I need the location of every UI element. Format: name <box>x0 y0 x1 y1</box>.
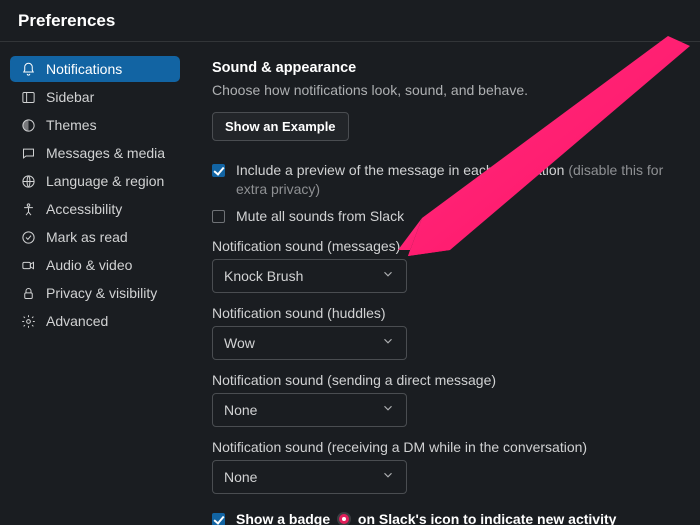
sidebar-item-label: Advanced <box>46 313 108 329</box>
sidebar-item-privacy[interactable]: Privacy & visibility <box>10 280 180 306</box>
section-title: Sound & appearance <box>212 60 680 76</box>
sidebar-item-label: Messages & media <box>46 145 165 161</box>
sound-dm-recv-label: Notification sound (receiving a DM while… <box>212 439 680 455</box>
bell-icon <box>20 61 36 77</box>
globe-icon <box>20 173 36 189</box>
badge-checkbox[interactable] <box>212 513 225 525</box>
section-subtitle: Choose how notifications look, sound, an… <box>212 82 680 98</box>
mute-checkbox-label: Mute all sounds from Slack <box>236 207 680 226</box>
preview-checkbox-label: Include a preview of the message in each… <box>236 161 680 199</box>
chevron-down-icon <box>381 334 395 351</box>
chevron-down-icon <box>381 267 395 284</box>
preview-checkbox[interactable] <box>212 164 225 177</box>
gear-icon <box>20 313 36 329</box>
sidebar-item-label: Accessibility <box>46 201 122 217</box>
show-example-button[interactable]: Show an Example <box>212 112 349 141</box>
sound-messages-value: Knock Brush <box>224 268 303 284</box>
sidebar-icon <box>20 89 36 105</box>
sound-messages-select[interactable]: Knock Brush <box>212 259 407 293</box>
messages-icon <box>20 145 36 161</box>
accessibility-icon <box>20 201 36 217</box>
sound-dm-recv-select[interactable]: None <box>212 460 407 494</box>
sound-dm-recv-value: None <box>224 469 257 485</box>
sidebar-item-label: Mark as read <box>46 229 128 245</box>
badge-dot-icon <box>337 512 351 525</box>
preferences-sidebar: Notifications Sidebar Themes Messages & … <box>0 42 190 525</box>
sound-huddles-select[interactable]: Wow <box>212 326 407 360</box>
video-icon <box>20 257 36 273</box>
mute-checkbox[interactable] <box>212 210 225 223</box>
sidebar-item-label: Notifications <box>46 61 122 77</box>
sidebar-item-label: Privacy & visibility <box>46 285 157 301</box>
sidebar-item-themes[interactable]: Themes <box>10 112 180 138</box>
sidebar-item-audio-video[interactable]: Audio & video <box>10 252 180 278</box>
badge-checkbox-row[interactable]: Show a badge on Slack's icon to indicate… <box>212 510 680 525</box>
preview-checkbox-row[interactable]: Include a preview of the message in each… <box>212 161 680 199</box>
themes-icon <box>20 117 36 133</box>
close-button[interactable] <box>674 8 682 33</box>
sound-messages-label: Notification sound (messages) <box>212 238 680 254</box>
sidebar-item-label: Audio & video <box>46 257 132 273</box>
sidebar-item-label: Language & region <box>46 173 164 189</box>
sidebar-item-language-region[interactable]: Language & region <box>10 168 180 194</box>
preferences-header: Preferences <box>0 0 700 42</box>
sidebar-item-label: Themes <box>46 117 97 133</box>
sidebar-item-accessibility[interactable]: Accessibility <box>10 196 180 222</box>
sidebar-item-advanced[interactable]: Advanced <box>10 308 180 334</box>
sidebar-item-messages-media[interactable]: Messages & media <box>10 140 180 166</box>
sound-dm-send-value: None <box>224 402 257 418</box>
sound-huddles-value: Wow <box>224 335 255 351</box>
sound-dm-send-select[interactable]: None <box>212 393 407 427</box>
chevron-down-icon <box>381 468 395 485</box>
sidebar-item-mark-as-read[interactable]: Mark as read <box>10 224 180 250</box>
sidebar-item-notifications[interactable]: Notifications <box>10 56 180 82</box>
sidebar-item-sidebar[interactable]: Sidebar <box>10 84 180 110</box>
preferences-main: Sound & appearance Choose how notificati… <box>190 42 700 525</box>
check-circle-icon <box>20 229 36 245</box>
badge-checkbox-label: Show a badge on Slack's icon to indicate… <box>236 510 680 525</box>
sidebar-item-label: Sidebar <box>46 89 94 105</box>
sound-dm-send-label: Notification sound (sending a direct mes… <box>212 372 680 388</box>
sound-huddles-label: Notification sound (huddles) <box>212 305 680 321</box>
page-title: Preferences <box>18 11 115 31</box>
mute-checkbox-row[interactable]: Mute all sounds from Slack <box>212 207 680 226</box>
chevron-down-icon <box>381 401 395 418</box>
lock-icon <box>20 285 36 301</box>
